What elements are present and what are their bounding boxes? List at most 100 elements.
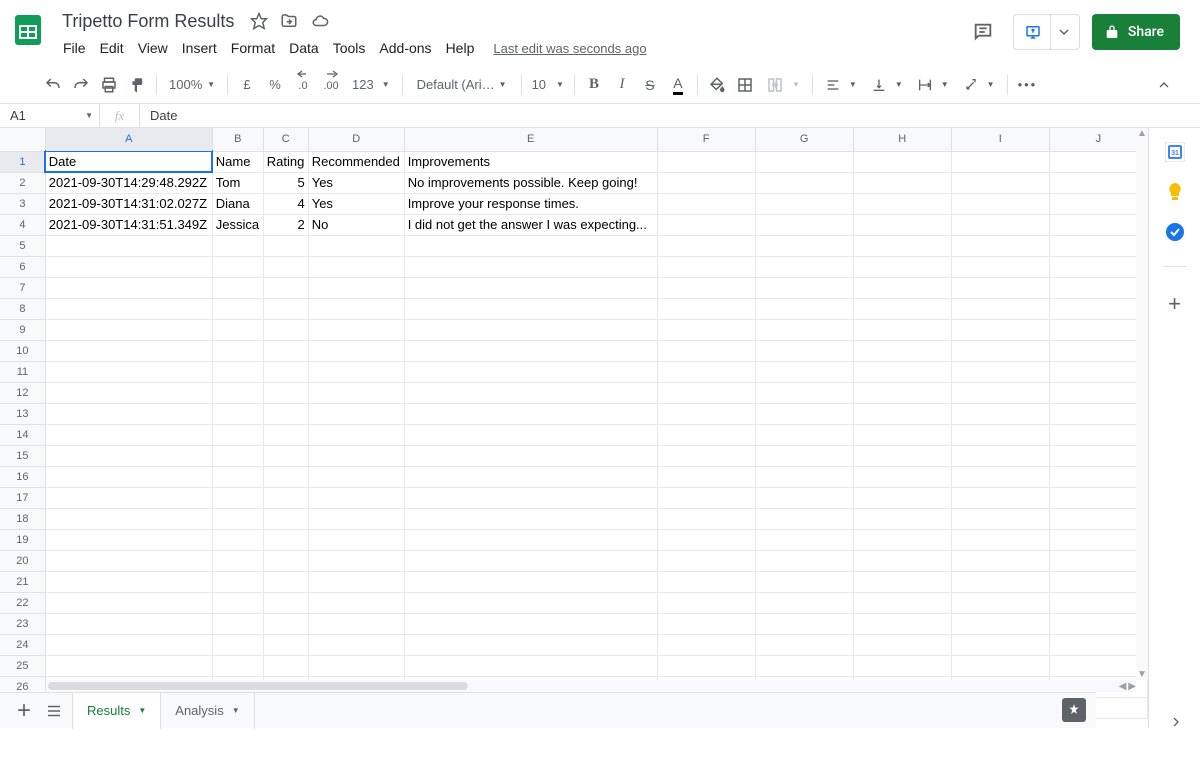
cell-C21[interactable] <box>263 571 308 592</box>
cell-H12[interactable] <box>853 382 951 403</box>
cell-G14[interactable] <box>755 424 853 445</box>
menu-view[interactable]: View <box>131 36 175 60</box>
cell-H6[interactable] <box>853 256 951 277</box>
cell-E3[interactable]: Improve your response times. <box>404 193 657 214</box>
cell-E25[interactable] <box>404 655 657 676</box>
cell-J13[interactable] <box>1049 403 1147 424</box>
cell-F24[interactable] <box>657 634 755 655</box>
name-box[interactable]: A1▼ <box>0 104 100 127</box>
chevron-down-icon[interactable] <box>1050 15 1075 49</box>
cell-E12[interactable] <box>404 382 657 403</box>
cell-F21[interactable] <box>657 571 755 592</box>
cell-A21[interactable] <box>45 571 212 592</box>
cell-F17[interactable] <box>657 487 755 508</box>
calendar-icon[interactable]: 31 <box>1165 142 1185 162</box>
cell-F19[interactable] <box>657 529 755 550</box>
cell-B7[interactable] <box>212 277 263 298</box>
cell-B21[interactable] <box>212 571 263 592</box>
redo-button[interactable] <box>68 72 94 98</box>
cell-I7[interactable] <box>951 277 1049 298</box>
cell-H13[interactable] <box>853 403 951 424</box>
column-header-F[interactable]: F <box>657 128 755 151</box>
menu-data[interactable]: Data <box>282 36 326 60</box>
cell-E20[interactable] <box>404 550 657 571</box>
cell-J9[interactable] <box>1049 319 1147 340</box>
cell-A20[interactable] <box>45 550 212 571</box>
cell-C2[interactable]: 5 <box>263 172 308 193</box>
cell-J11[interactable] <box>1049 361 1147 382</box>
cell-E14[interactable] <box>404 424 657 445</box>
cell-E22[interactable] <box>404 592 657 613</box>
cell-C14[interactable] <box>263 424 308 445</box>
cell-E8[interactable] <box>404 298 657 319</box>
cell-J2[interactable] <box>1049 172 1147 193</box>
cell-G23[interactable] <box>755 613 853 634</box>
row-header-25[interactable]: 25 <box>0 655 45 676</box>
cell-D1[interactable]: Recommended <box>308 151 404 172</box>
cell-E16[interactable] <box>404 466 657 487</box>
cell-G1[interactable] <box>755 151 853 172</box>
cell-E1[interactable]: Improvements <box>404 151 657 172</box>
horizontal-align-button[interactable]: ▼ <box>819 72 863 98</box>
cell-J22[interactable] <box>1049 592 1147 613</box>
cell-E4[interactable]: I did not get the answer I was expecting… <box>404 214 657 235</box>
cell-B9[interactable] <box>212 319 263 340</box>
cell-A10[interactable] <box>45 340 212 361</box>
cell-F3[interactable] <box>657 193 755 214</box>
fill-color-button[interactable] <box>704 72 730 98</box>
cell-J7[interactable] <box>1049 277 1147 298</box>
cell-A19[interactable] <box>45 529 212 550</box>
cell-B16[interactable] <box>212 466 263 487</box>
cell-F12[interactable] <box>657 382 755 403</box>
cell-A4[interactable]: 2021-09-30T14:31:51.349Z <box>45 214 212 235</box>
cell-A5[interactable] <box>45 235 212 256</box>
cell-A8[interactable] <box>45 298 212 319</box>
cell-J6[interactable] <box>1049 256 1147 277</box>
cell-E18[interactable] <box>404 508 657 529</box>
share-button[interactable]: Share <box>1092 14 1180 50</box>
cell-B12[interactable] <box>212 382 263 403</box>
row-header-22[interactable]: 22 <box>0 592 45 613</box>
cell-D5[interactable] <box>308 235 404 256</box>
menu-help[interactable]: Help <box>439 36 482 60</box>
cell-F9[interactable] <box>657 319 755 340</box>
add-addon-button[interactable]: + <box>1168 291 1181 317</box>
cell-D4[interactable]: No <box>308 214 404 235</box>
format-percent-button[interactable]: % <box>262 72 288 98</box>
cell-A14[interactable] <box>45 424 212 445</box>
cell-C6[interactable] <box>263 256 308 277</box>
cell-B24[interactable] <box>212 634 263 655</box>
cell-D6[interactable] <box>308 256 404 277</box>
cell-A22[interactable] <box>45 592 212 613</box>
cell-A7[interactable] <box>45 277 212 298</box>
cell-C20[interactable] <box>263 550 308 571</box>
cell-H20[interactable] <box>853 550 951 571</box>
cell-F22[interactable] <box>657 592 755 613</box>
font-select[interactable]: Default (Ari…▼ <box>409 72 515 98</box>
cell-G17[interactable] <box>755 487 853 508</box>
row-header-19[interactable]: 19 <box>0 529 45 550</box>
cell-H11[interactable] <box>853 361 951 382</box>
cell-H2[interactable] <box>853 172 951 193</box>
cell-A16[interactable] <box>45 466 212 487</box>
cell-F15[interactable] <box>657 445 755 466</box>
cell-J10[interactable] <box>1049 340 1147 361</box>
cell-D10[interactable] <box>308 340 404 361</box>
cell-J16[interactable] <box>1049 466 1147 487</box>
cell-B5[interactable] <box>212 235 263 256</box>
row-header-15[interactable]: 15 <box>0 445 45 466</box>
explore-button[interactable] <box>1062 698 1086 722</box>
text-wrap-button[interactable]: ▼ <box>911 72 955 98</box>
cell-C23[interactable] <box>263 613 308 634</box>
row-header-9[interactable]: 9 <box>0 319 45 340</box>
cell-H15[interactable] <box>853 445 951 466</box>
bold-button[interactable]: B <box>581 72 607 98</box>
cell-D24[interactable] <box>308 634 404 655</box>
cell-B11[interactable] <box>212 361 263 382</box>
column-header-C[interactable]: C <box>263 128 308 151</box>
row-header-16[interactable]: 16 <box>0 466 45 487</box>
row-header-13[interactable]: 13 <box>0 403 45 424</box>
cell-E21[interactable] <box>404 571 657 592</box>
cell-F2[interactable] <box>657 172 755 193</box>
move-icon[interactable] <box>280 12 298 30</box>
